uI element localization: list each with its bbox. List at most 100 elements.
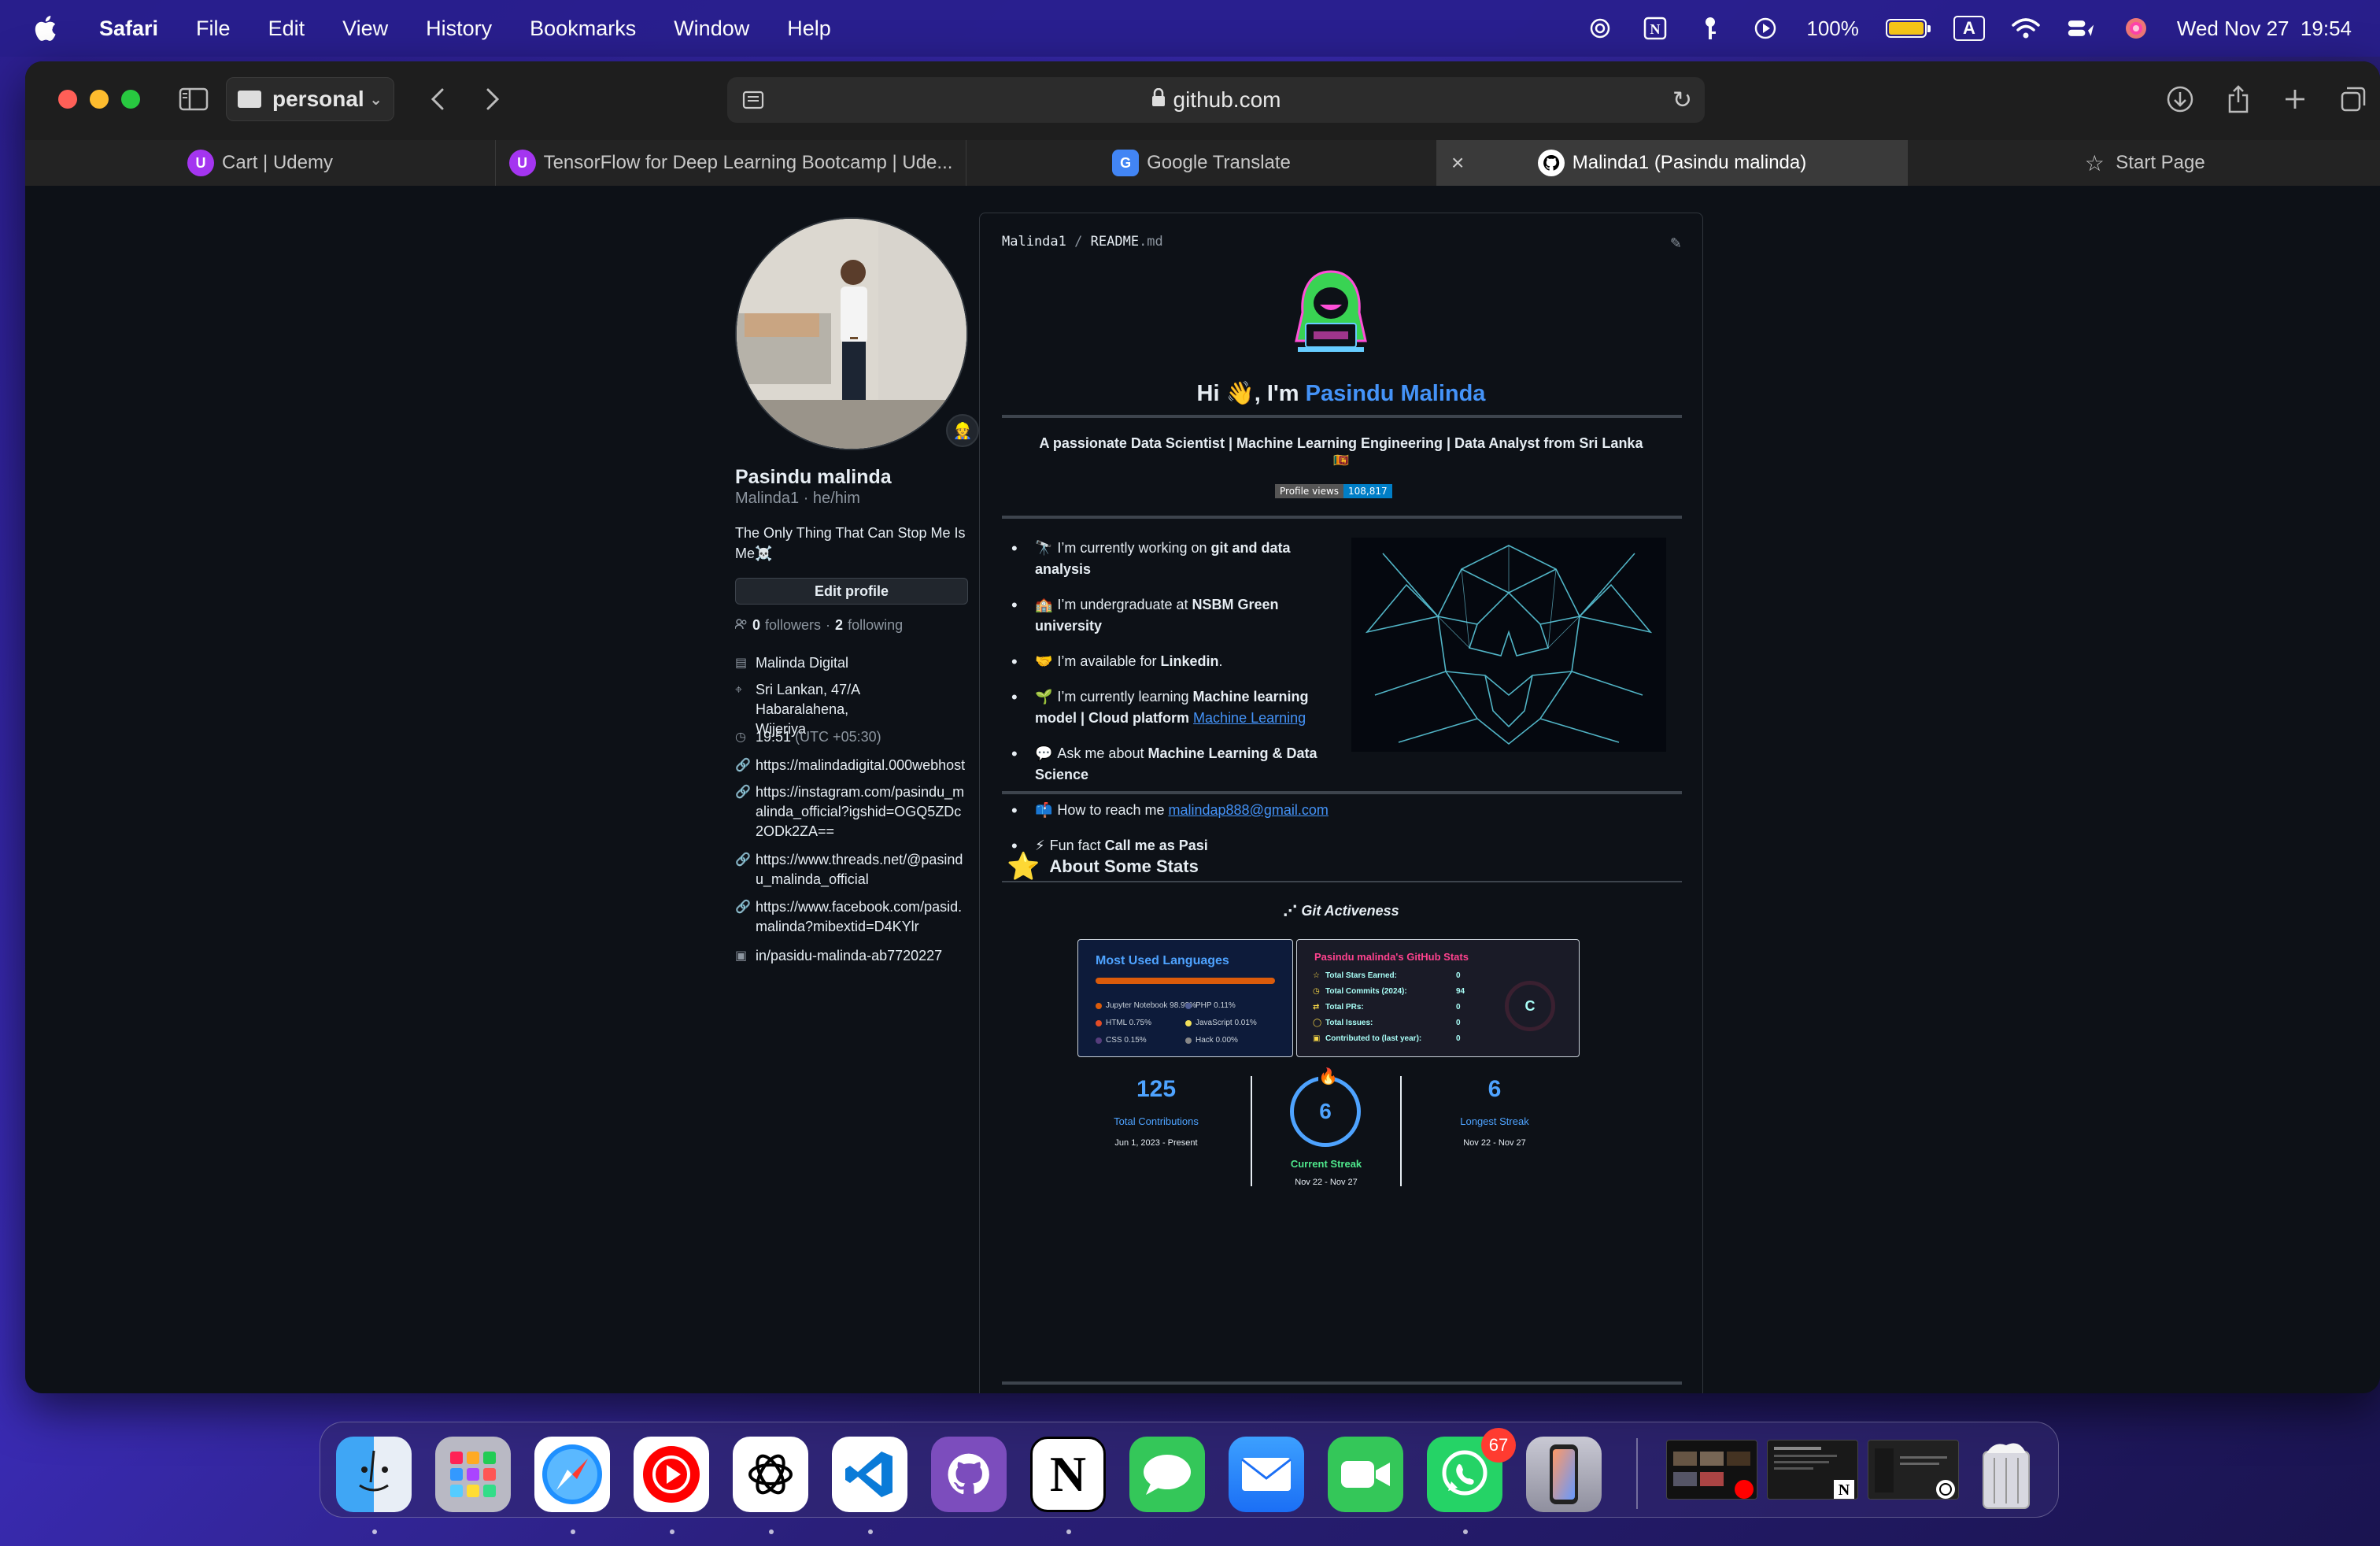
- menu-history[interactable]: History: [426, 17, 492, 41]
- current-streak-range: Nov 22 - Nov 27: [1295, 1178, 1358, 1187]
- bullet-link[interactable]: malindap888@gmail.com: [1168, 802, 1328, 818]
- about-list-item: 🏫I’m undergraduate at NSBM Green univers…: [1011, 594, 1342, 637]
- github-stats-title: Pasindu malinda's GitHub Stats: [1314, 951, 1469, 963]
- apple-menu-icon[interactable]: [31, 13, 58, 44]
- bullet-text: I’m currently working on: [1057, 540, 1211, 556]
- language-item: PHP 0.11%: [1185, 1001, 1236, 1010]
- close-window-button[interactable]: [58, 90, 77, 109]
- profile-switcher[interactable]: personal ⌄: [226, 77, 394, 121]
- streak-stats: 125 Total Contributions Jun 1, 2023 - Pr…: [1077, 1067, 1581, 1202]
- status-emoji-icon[interactable]: 👷: [946, 414, 979, 447]
- minimized-window-youtube[interactable]: [1666, 1440, 1757, 1500]
- link-row[interactable]: 🔗 https://malindadigital.000webhost: [735, 756, 985, 775]
- key-status-icon[interactable]: [1696, 14, 1724, 43]
- forward-icon[interactable]: [475, 82, 510, 117]
- longest-streak-label: Longest Streak: [1460, 1115, 1529, 1127]
- link-row[interactable]: 🔗 https://www.threads.net/@pasindu_malin…: [735, 850, 968, 890]
- bullet-link[interactable]: Machine Learning: [1193, 710, 1306, 726]
- new-tab-icon[interactable]: [2278, 82, 2312, 117]
- bullet-emoji-icon: 🤝: [1035, 653, 1053, 669]
- following-label[interactable]: following: [848, 617, 903, 634]
- menu-view[interactable]: View: [342, 17, 388, 41]
- facebook-link[interactable]: https://www.facebook.com/pasid.malinda?m…: [756, 897, 968, 937]
- chatgpt-status-icon[interactable]: [1586, 14, 1614, 43]
- reload-icon[interactable]: ↻: [1672, 87, 1692, 114]
- followers-count[interactable]: 0: [752, 617, 760, 634]
- menu-help[interactable]: Help: [787, 17, 831, 41]
- linkedin-icon: ▣: [735, 949, 748, 963]
- iphone-mirroring-icon[interactable]: [1526, 1437, 1602, 1512]
- github-desktop-icon[interactable]: [931, 1437, 1007, 1512]
- minimized-window-chatgpt[interactable]: [1868, 1440, 1959, 1500]
- tab-udemy-cart[interactable]: U Cart | Udemy: [25, 140, 496, 186]
- instagram-link[interactable]: https://instagram.com/pasindu_malinda_of…: [756, 782, 968, 841]
- minimized-window-notion[interactable]: N: [1767, 1440, 1858, 1500]
- share-icon[interactable]: [2221, 82, 2256, 117]
- divider: [1002, 1381, 1682, 1385]
- menu-file[interactable]: File: [196, 17, 231, 41]
- edit-profile-button[interactable]: Edit profile: [735, 578, 968, 605]
- notion-status-icon[interactable]: N: [1641, 14, 1669, 43]
- svg-text:N: N: [1650, 21, 1661, 37]
- clock-icon: ◷: [735, 730, 746, 744]
- safari-window: personal ⌄ github.com ↻ U Cart | Udemy U…: [25, 61, 2380, 1393]
- tab-overview-icon[interactable]: [2336, 82, 2371, 117]
- streak-divider: [1400, 1076, 1402, 1186]
- messages-icon[interactable]: [1129, 1437, 1205, 1512]
- avatar[interactable]: [735, 217, 968, 450]
- followers-label[interactable]: followers: [765, 617, 821, 634]
- website-link[interactable]: https://malindadigital.000webhost: [756, 756, 965, 775]
- menu-edit[interactable]: Edit: [268, 17, 305, 41]
- notion-icon[interactable]: N: [1030, 1437, 1106, 1512]
- link-row[interactable]: 🔗 https://www.facebook.com/pasid.malinda…: [735, 897, 968, 937]
- close-tab-icon[interactable]: ×: [1451, 150, 1464, 176]
- menu-bookmarks[interactable]: Bookmarks: [530, 17, 636, 41]
- linkedin-link[interactable]: in/pasidu-malinda-ab7720227: [756, 946, 942, 966]
- pencil-icon[interactable]: ✎: [1670, 235, 1682, 252]
- vscode-icon[interactable]: [832, 1437, 907, 1512]
- menu-window[interactable]: Window: [674, 17, 749, 41]
- language-color-dot: [1185, 1037, 1192, 1044]
- finder-icon[interactable]: [336, 1437, 412, 1512]
- siri-icon[interactable]: [2122, 14, 2150, 43]
- github-rank-badge: C: [1505, 981, 1555, 1031]
- trash-icon[interactable]: [1968, 1437, 2044, 1512]
- battery-icon[interactable]: [1885, 19, 1931, 38]
- wifi-icon[interactable]: [2012, 14, 2040, 43]
- youtube-music-icon[interactable]: [634, 1437, 709, 1512]
- link-row[interactable]: 🔗 https://instagram.com/pasindu_malinda_…: [735, 782, 968, 841]
- github-icon: [1537, 150, 1565, 176]
- menubar-clock[interactable]: Wed Nov 27 19:54: [2177, 17, 2352, 41]
- readme-user[interactable]: Malinda1: [1002, 234, 1066, 250]
- tab-label: TensorFlow for Deep Learning Bootcamp | …: [543, 152, 953, 173]
- hacker-face-image: [1351, 538, 1666, 752]
- tab-google-translate[interactable]: G Google Translate: [966, 140, 1437, 186]
- readme-path: Malinda1 / README.md: [1002, 234, 1163, 250]
- downloads-icon[interactable]: [2163, 82, 2197, 117]
- stat-value: 0: [1456, 1003, 1461, 1012]
- safari-icon[interactable]: [534, 1437, 610, 1512]
- minimize-window-button[interactable]: [90, 90, 109, 109]
- launchpad-icon[interactable]: [435, 1437, 511, 1512]
- input-source-icon[interactable]: A: [1953, 16, 1985, 41]
- address-bar[interactable]: github.com ↻: [727, 77, 1705, 123]
- sidebar-toggle-icon[interactable]: [176, 82, 211, 117]
- zoom-window-button[interactable]: [121, 90, 140, 109]
- threads-link[interactable]: https://www.threads.net/@pasindu_malinda…: [756, 850, 968, 890]
- menu-app-name[interactable]: Safari: [99, 17, 158, 41]
- tab-start-page[interactable]: ☆ Start Page: [1908, 140, 2378, 186]
- following-count[interactable]: 2: [835, 617, 843, 634]
- control-center-icon[interactable]: [2067, 14, 2095, 43]
- link-icon: 🔗: [735, 853, 751, 867]
- tab-github-profile[interactable]: × Malinda1 (Pasindu malinda): [1437, 140, 1908, 186]
- back-icon[interactable]: [420, 82, 455, 117]
- page-menu-icon[interactable]: [741, 88, 765, 112]
- facetime-icon[interactable]: [1328, 1437, 1403, 1512]
- chatgpt-icon[interactable]: [733, 1437, 808, 1512]
- location-icon: ⌖: [735, 683, 743, 697]
- linkedin-row[interactable]: ▣ in/pasidu-malinda-ab7720227: [735, 946, 1003, 966]
- mail-icon[interactable]: [1229, 1437, 1304, 1512]
- play-status-icon[interactable]: [1751, 14, 1779, 43]
- tab-udemy-tensorflow[interactable]: U TensorFlow for Deep Learning Bootcamp …: [496, 140, 966, 186]
- github-stat-row: ▣ Contributed to (last year): 0: [1313, 1034, 1461, 1043]
